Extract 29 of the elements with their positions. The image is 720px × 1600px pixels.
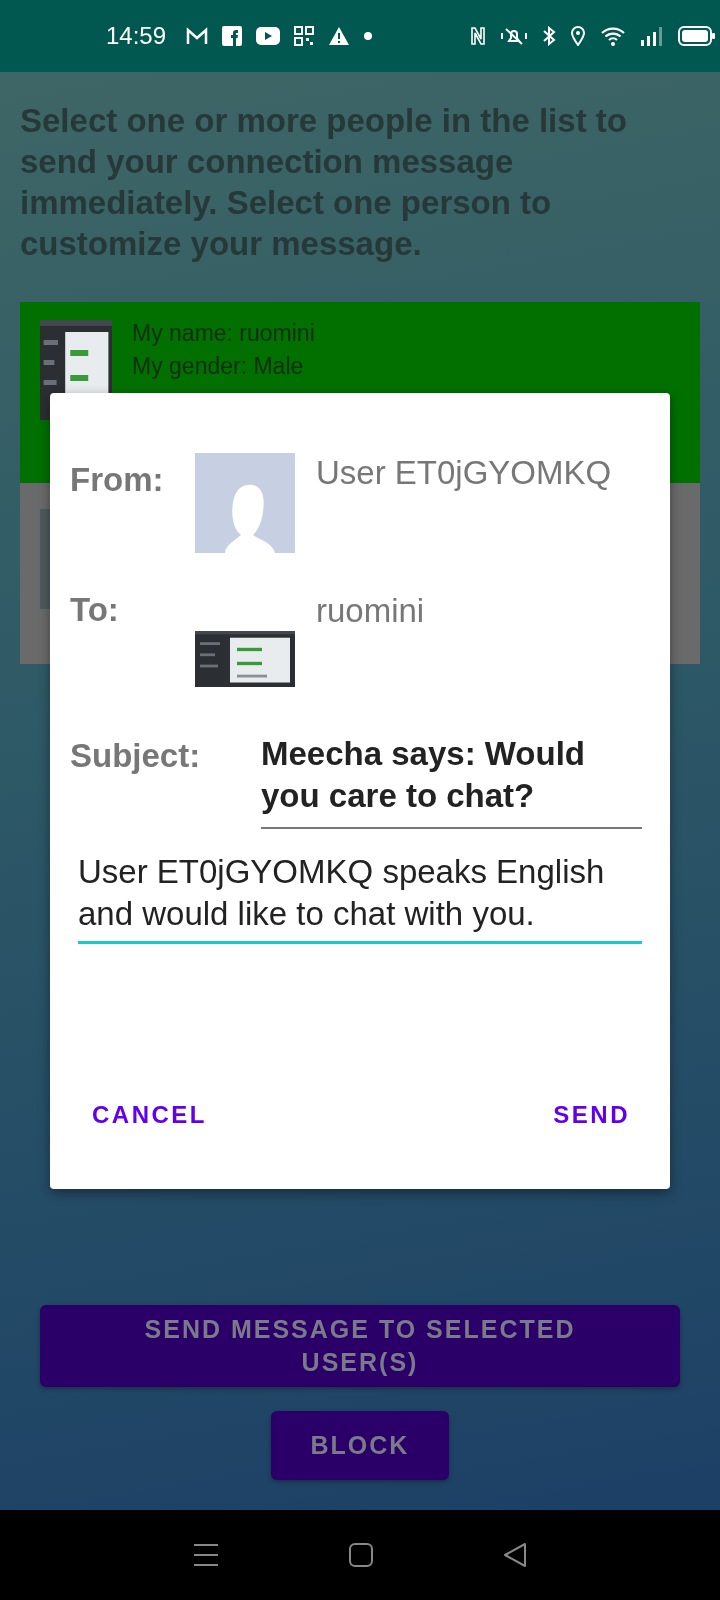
dot-icon [364, 32, 373, 40]
bluetooth-icon [542, 26, 557, 46]
qr-code-icon [294, 26, 315, 46]
menu-icon[interactable] [193, 1543, 219, 1567]
wifi-icon [600, 26, 627, 46]
battery-icon [678, 26, 717, 46]
mail-icon [186, 27, 209, 45]
nfc-icon [470, 26, 487, 46]
profile-text: My name: ruomini [132, 320, 315, 347]
message-field[interactable]: User ET0jGYOMKQ speaks English and would like to chat with you. [78, 851, 642, 944]
recipient-name: ruomini [316, 591, 425, 631]
profile-text: My gender: Male [132, 353, 305, 380]
signal-icon [640, 26, 665, 46]
muted-bell-icon [500, 26, 529, 46]
facebook-icon [222, 26, 243, 46]
clock: 14:59 [106, 22, 167, 50]
send-button[interactable]: SEND [541, 1093, 642, 1137]
subject-field[interactable]: Meecha says: Would you care to chat? [261, 727, 642, 829]
avatar-icon [195, 453, 295, 553]
video-play-icon [256, 27, 281, 45]
to-label: To: [70, 591, 120, 630]
back-icon[interactable] [503, 1542, 527, 1568]
block-button[interactable]: BLOCK [270, 1411, 450, 1480]
warning-icon [328, 26, 351, 46]
subject-label: Subject: [70, 737, 202, 776]
home-icon[interactable] [349, 1543, 373, 1567]
location-icon [570, 26, 587, 46]
send-message-button[interactable]: SEND MESSAGE TO SELECTED USER(S) [40, 1305, 680, 1387]
cancel-button[interactable]: CANCEL [80, 1093, 219, 1137]
